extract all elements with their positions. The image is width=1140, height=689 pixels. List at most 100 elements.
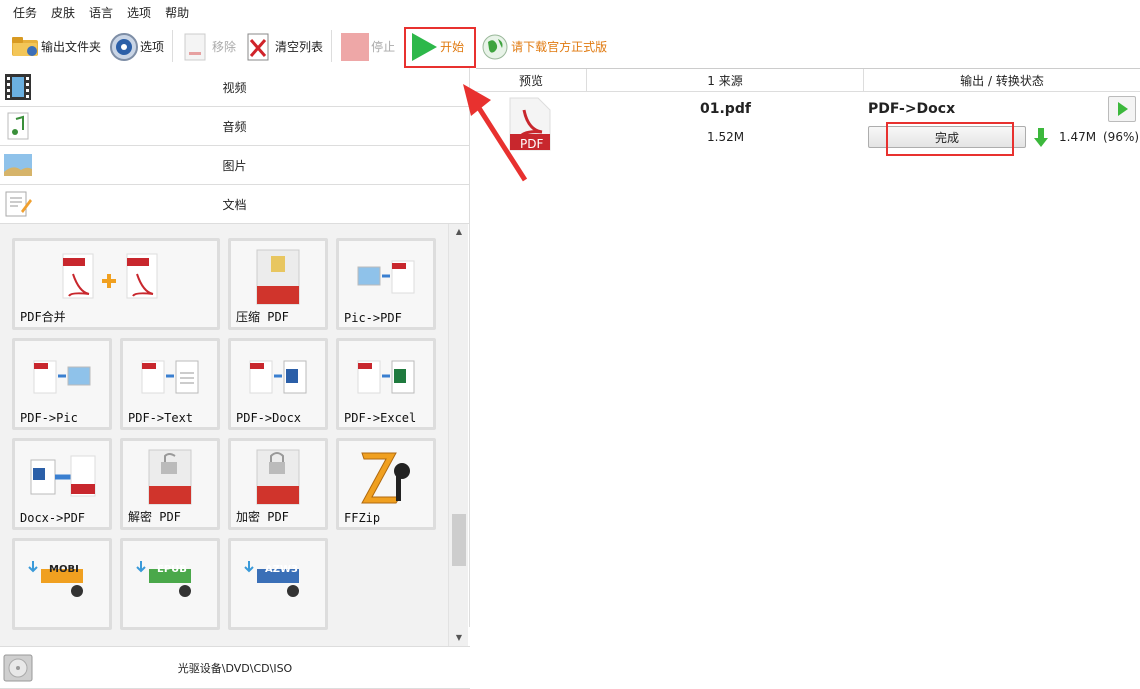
toolbar-divider (331, 30, 333, 62)
tile-pdf-to-docx-label: PDF->Docx (236, 411, 302, 425)
output-ratio: (96%) (1103, 130, 1140, 144)
tile-to-mobi[interactable]: MOBI (12, 538, 112, 630)
pdf-to-pic-icon (15, 347, 109, 407)
source-size: 1.52M (707, 130, 745, 144)
tile-pdf-to-excel-label: PDF->Excel (344, 411, 417, 425)
scrollbar-thumb[interactable] (452, 514, 466, 566)
tile-decrypt-pdf[interactable]: 解密 PDF (120, 438, 220, 530)
scroll-down-icon[interactable]: ▼ (449, 630, 469, 646)
tile-decrypt-pdf-label: 解密 PDF (128, 510, 181, 524)
tile-encrypt-pdf[interactable]: 加密 PDF (228, 438, 328, 530)
done-button-highlight (886, 122, 1014, 156)
pdf-to-docx-icon (231, 347, 325, 407)
download-official-link[interactable]: 请下载官方正式版 (476, 28, 611, 64)
tile-compress-pdf[interactable]: 压缩 PDF (228, 238, 328, 330)
down-arrow-icon (1034, 128, 1048, 147)
category-video[interactable]: 视频 (0, 68, 469, 107)
category-image[interactable]: 图片 (0, 146, 469, 185)
tool-grid-scrollbar[interactable]: ▲ ▼ (448, 224, 468, 646)
output-size: 1.47M (1059, 130, 1097, 144)
folder-icon (10, 32, 38, 60)
start-button-highlight (404, 27, 476, 68)
menu-language[interactable]: 语言 (89, 4, 113, 21)
category-disc-label: 光驱设备\DVD\CD\ISO (177, 661, 293, 675)
tile-ffzip-label: FFZip (344, 511, 381, 525)
menu-skin[interactable]: 皮肤 (51, 4, 75, 21)
epub-icon: EPUB (123, 547, 217, 607)
options-button[interactable]: 选项 (105, 28, 168, 64)
annotation-arrow (463, 84, 528, 182)
tile-pdf-to-pic-label: PDF->Pic (20, 411, 78, 425)
lock-pdf-icon (231, 447, 325, 507)
stop-label: 停止 (371, 39, 396, 54)
globe-icon (480, 32, 508, 60)
pic-to-pdf-icon (339, 247, 433, 307)
tile-to-azw3[interactable]: AZW3 (228, 538, 328, 630)
docx-to-pdf-icon (15, 447, 109, 507)
menu-help[interactable]: 帮助 (165, 4, 189, 21)
tile-pdf-to-docx[interactable]: PDF->Docx (228, 338, 328, 430)
clear-list-label: 清空列表 (275, 39, 324, 54)
tile-encrypt-pdf-label: 加密 PDF (236, 510, 289, 524)
epub-badge-label: EPUB (157, 564, 187, 575)
tile-pdf-to-text-label: PDF->Text (128, 411, 194, 425)
tile-docx-to-pdf-label: Docx->PDF (20, 511, 86, 525)
category-video-label: 视频 (222, 80, 247, 95)
scroll-up-icon[interactable]: ▲ (449, 224, 469, 240)
clear-list-button[interactable]: 清空列表 (240, 28, 327, 64)
tool-grid: PDF合并 压缩 PDF Pic->PDF PDF->Pic PDF->Text… (0, 224, 448, 646)
column-output-status[interactable]: 输出 / 转换状态 (864, 69, 1140, 92)
document-remove-icon (181, 32, 209, 61)
mobi-badge-label: MOBI (49, 564, 79, 575)
tile-pdf-merge-label: PDF合并 (20, 310, 66, 324)
pdf-to-text-icon (123, 347, 217, 407)
tile-pic-to-pdf-label: Pic->PDF (344, 311, 402, 325)
tile-pic-to-pdf[interactable]: Pic->PDF (336, 238, 436, 330)
tile-compress-pdf-label: 压缩 PDF (236, 310, 289, 324)
task-table-header: 预览 1 来源 输出 / 转换状态 (476, 68, 1140, 92)
row-play-button[interactable] (1108, 96, 1136, 122)
pdf-to-excel-icon (339, 347, 433, 407)
options-label: 选项 (140, 39, 165, 54)
output-folder-label: 输出文件夹 (41, 39, 102, 54)
tile-pdf-merge[interactable]: PDF合并 (12, 238, 220, 330)
conversion-task: PDF->Docx (868, 101, 956, 117)
category-audio-label: 音频 (222, 119, 247, 134)
menu-options[interactable]: 选项 (127, 4, 151, 21)
play-icon (1118, 102, 1128, 116)
ffzip-logo-icon (339, 447, 433, 507)
tile-pdf-to-excel[interactable]: PDF->Excel (336, 338, 436, 430)
conversion-panel: 视频 音频 图片 文档 PDF合并 压缩 PDF Pic->PDF PDF->P… (0, 68, 470, 689)
compress-pdf-icon (231, 247, 325, 307)
task-list-panel: 预览 1 来源 输出 / 转换状态 PDF 01.pdf 1.52M PDF->… (476, 68, 1140, 627)
toolbar: 输出文件夹 选项 移除 清空列表 停止 开始 请下载官方正式版 (0, 24, 1140, 68)
remove-button[interactable]: 移除 (177, 28, 240, 64)
azw3-icon: AZW3 (231, 547, 325, 607)
tile-to-epub[interactable]: EPUB (120, 538, 220, 630)
menu-task[interactable]: 任务 (13, 4, 37, 21)
source-filename: 01.pdf (700, 101, 751, 117)
stop-button[interactable]: 停止 (336, 28, 399, 64)
tile-docx-to-pdf[interactable]: Docx->PDF (12, 438, 112, 530)
unlock-pdf-icon (123, 447, 217, 507)
mobi-icon: MOBI (15, 547, 109, 607)
category-disc[interactable]: 光驱设备\DVD\CD\ISO (0, 646, 470, 689)
azw3-badge-label: AZW3 (265, 564, 298, 575)
download-official-label: 请下载官方正式版 (511, 39, 608, 54)
category-audio[interactable]: 音频 (0, 107, 469, 146)
menu-bar: 任务 皮肤 语言 选项 帮助 (0, 0, 1140, 24)
category-image-label: 图片 (222, 158, 247, 173)
toolbar-divider (172, 30, 174, 62)
category-document-label: 文档 (222, 197, 247, 212)
tile-pdf-to-text[interactable]: PDF->Text (120, 338, 220, 430)
clear-list-icon (244, 32, 272, 61)
output-folder-button[interactable]: 输出文件夹 (6, 28, 105, 64)
gear-icon (109, 32, 139, 61)
category-document[interactable]: 文档 (0, 185, 469, 224)
tile-ffzip[interactable]: FFZip (336, 438, 436, 530)
tile-pdf-to-pic[interactable]: PDF->Pic (12, 338, 112, 430)
remove-label: 移除 (212, 39, 237, 54)
pdf-merge-icon (15, 247, 217, 307)
stop-icon (340, 32, 370, 61)
column-source[interactable]: 1 来源 (587, 69, 864, 92)
